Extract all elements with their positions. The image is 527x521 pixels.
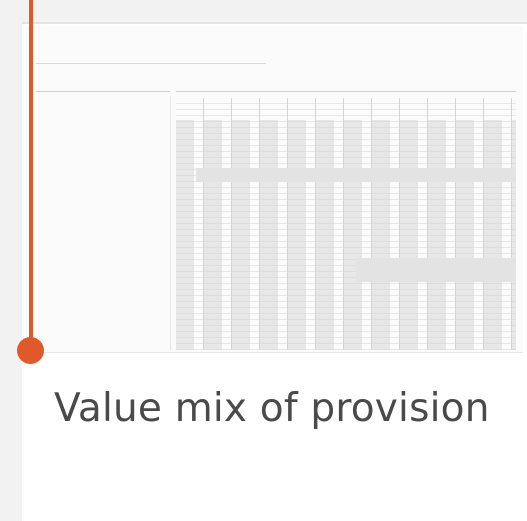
thumbnail-grey-band	[196, 168, 516, 182]
thumbnail-row-labels	[36, 96, 171, 350]
report-thumbnail[interactable]	[26, 26, 523, 353]
timeline-line	[29, 0, 33, 350]
card-title[interactable]: Value mix of provision	[54, 376, 494, 442]
thumbnail-table-values	[176, 120, 516, 350]
thumbnail-left-tabs	[36, 83, 170, 92]
card-top-divider	[22, 22, 527, 24]
thumbnail-filter-row	[36, 56, 266, 64]
timeline-dot	[17, 337, 44, 364]
thumbnail-right-tabs	[176, 83, 516, 92]
thumbnail-grey-band	[356, 258, 516, 282]
